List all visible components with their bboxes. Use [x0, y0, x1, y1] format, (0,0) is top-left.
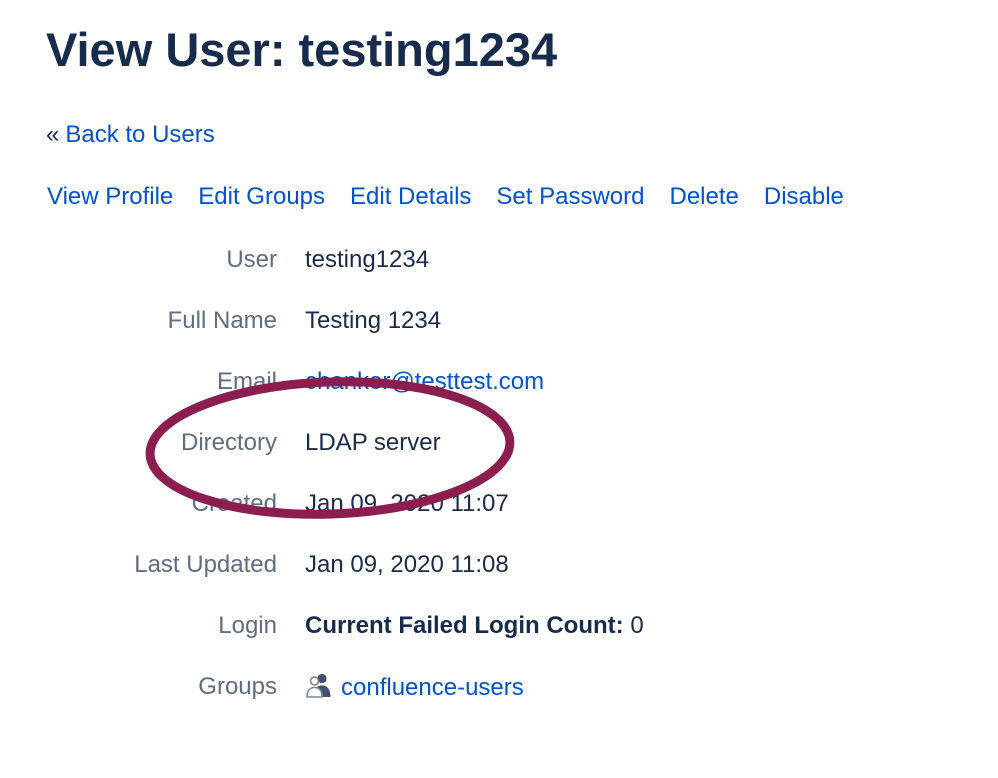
detail-value-email: chanker@testtest.com — [305, 366, 544, 398]
detail-label-last-updated: Last Updated — [134, 551, 277, 578]
detail-label-groups: Groups — [198, 673, 277, 700]
detail-row-login: Login Current Failed Login Count: 0 — [0, 610, 998, 642]
detail-label-created: Created — [191, 490, 277, 517]
edit-groups-link[interactable]: Edit Groups — [198, 183, 325, 210]
delete-link[interactable]: Delete — [669, 183, 738, 210]
detail-row-groups: Groups confluence-users — [0, 671, 998, 703]
view-profile-link[interactable]: View Profile — [47, 183, 173, 210]
detail-row-full-name: Full Name Testing 1234 — [0, 305, 998, 337]
detail-label-user: User — [226, 246, 277, 273]
failed-login-count-label: Current Failed Login Count: — [305, 612, 624, 639]
failed-login-count-value: 0 — [630, 612, 644, 639]
detail-row-user: User testing1234 — [0, 244, 998, 276]
detail-value-groups: confluence-users — [305, 671, 524, 704]
group-link-confluence-users[interactable]: confluence-users — [341, 674, 524, 701]
detail-label-login: Login — [218, 612, 277, 639]
back-to-users-link[interactable]: Back to Users — [65, 121, 214, 148]
set-password-link[interactable]: Set Password — [496, 183, 644, 210]
back-prefix: « — [46, 121, 60, 148]
detail-label-full-name: Full Name — [167, 307, 277, 334]
detail-value-full-name: Testing 1234 — [305, 307, 442, 334]
detail-row-created: Created Jan 09, 2020 11:07 — [0, 488, 998, 520]
page-title: View User: testing1234 — [46, 23, 558, 76]
detail-label-email: Email — [216, 368, 277, 395]
group-icon — [305, 671, 333, 699]
detail-row-email: Email chanker@testtest.com — [0, 366, 998, 398]
detail-row-directory: Directory LDAP server — [0, 427, 998, 459]
detail-value-last-updated: Jan 09, 2020 11:08 — [305, 551, 509, 578]
detail-value-login: Current Failed Login Count: 0 — [305, 610, 644, 642]
disable-link[interactable]: Disable — [764, 183, 844, 210]
detail-value-directory: LDAP server — [305, 429, 441, 456]
user-actions: View Profile Edit Groups Edit Details Set P… — [47, 182, 869, 212]
detail-value-user: testing1234 — [305, 246, 430, 273]
detail-value-created: Jan 09, 2020 11:07 — [305, 490, 509, 517]
back-navigation: «Back to Users — [46, 120, 215, 150]
edit-details-link[interactable]: Edit Details — [350, 183, 471, 210]
detail-row-last-updated: Last Updated Jan 09, 2020 11:08 — [0, 549, 998, 581]
detail-label-directory: Directory — [180, 429, 277, 456]
email-link[interactable]: chanker@testtest.com — [305, 368, 544, 395]
